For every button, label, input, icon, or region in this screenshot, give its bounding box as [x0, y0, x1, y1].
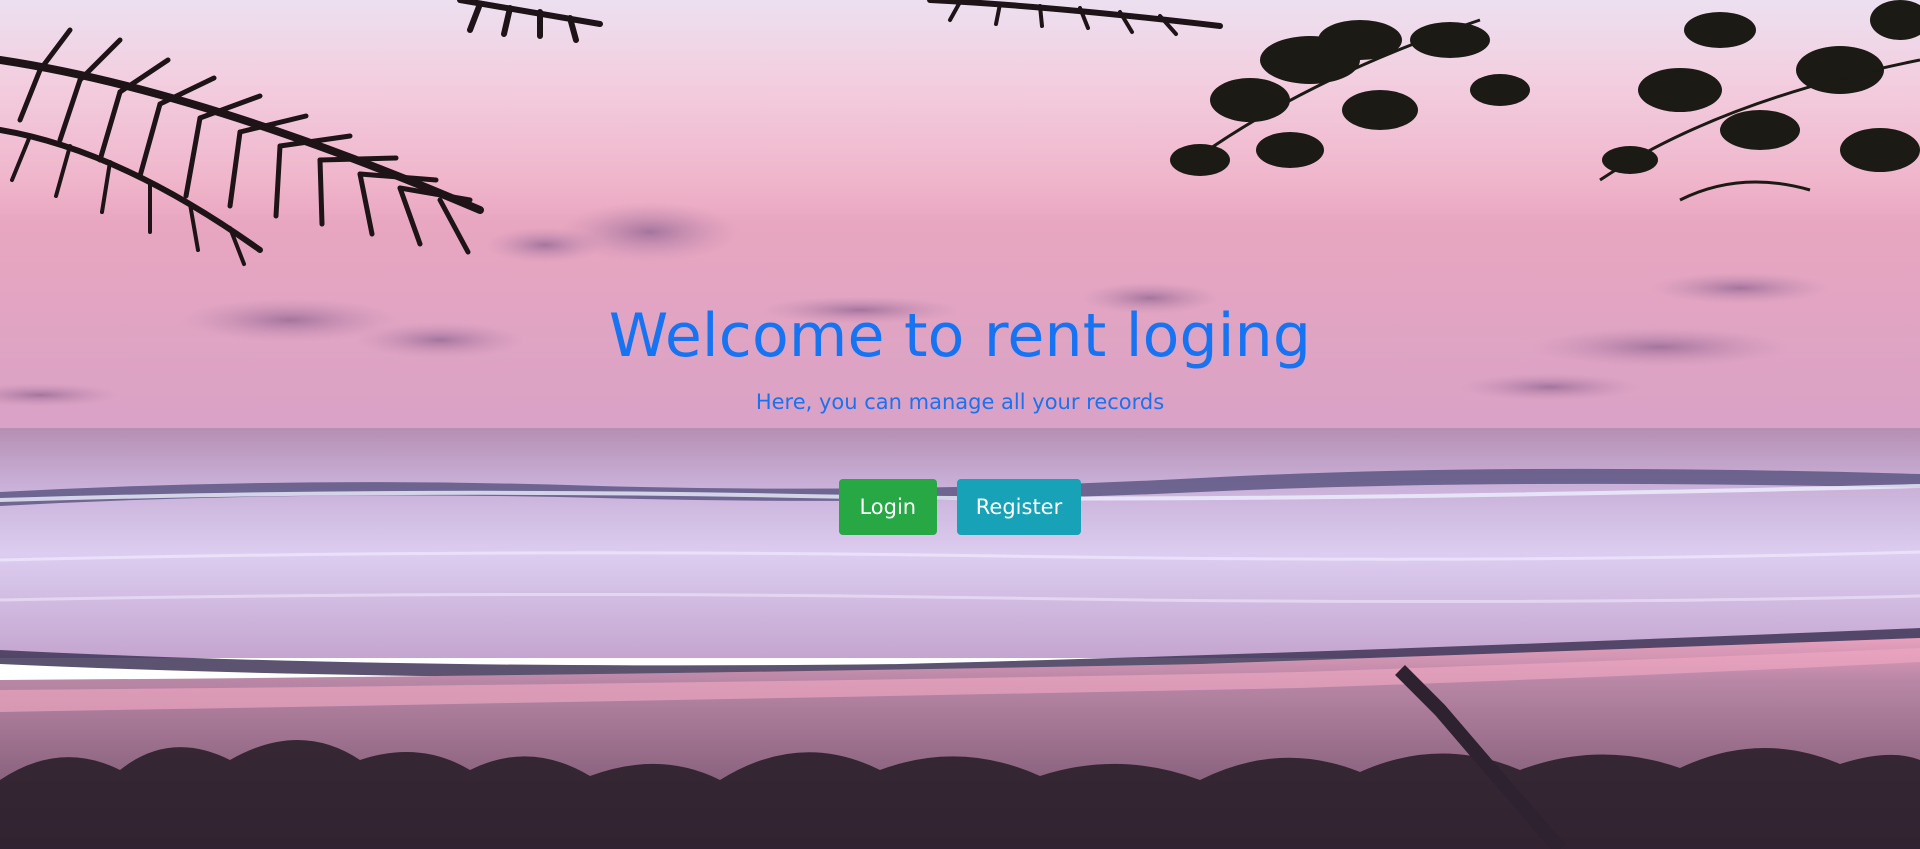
page-title: Welcome to rent loging: [608, 301, 1312, 371]
register-button[interactable]: Register: [956, 479, 1082, 535]
page-subtitle: Here, you can manage all your records: [755, 390, 1165, 414]
login-button[interactable]: Login: [838, 479, 937, 535]
hero-section: Welcome to rent loging Here, you can man…: [0, 0, 1920, 849]
auth-actions: Login Register: [0, 479, 1920, 535]
